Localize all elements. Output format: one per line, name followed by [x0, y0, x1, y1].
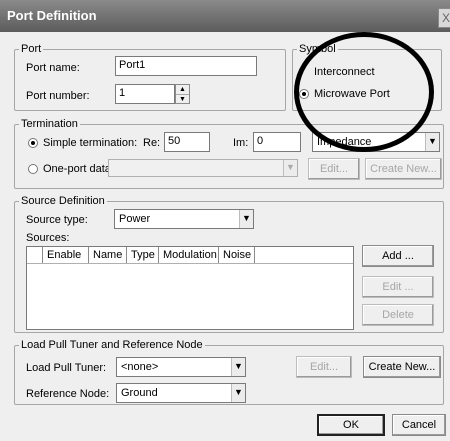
chevron-down-icon[interactable]: ▼ [283, 160, 297, 176]
chevron-down-icon[interactable]: ▼ [231, 384, 245, 402]
source-type-select[interactable]: Power ▼ [114, 209, 254, 229]
ok-button[interactable]: OK [317, 414, 385, 436]
symbol-option-microwave-port[interactable]: Microwave Port [314, 88, 390, 100]
port-number-input[interactable]: 1 [115, 84, 175, 104]
port-group-legend: Port [21, 43, 42, 55]
im-label: Im: [233, 137, 249, 149]
source-delete-button[interactable]: Delete [362, 304, 434, 326]
reference-node-label: Reference Node: [26, 388, 110, 400]
re-label: Re: [143, 137, 161, 149]
close-icon[interactable]: X [438, 8, 450, 28]
chevron-down-icon[interactable]: ▼ [425, 133, 439, 151]
reference-node-select[interactable]: Ground ▼ [116, 383, 246, 403]
dialog-title: Port Definition [7, 8, 97, 23]
im-input[interactable]: 0 [253, 132, 301, 152]
load-pull-create-new-button[interactable]: Create New... [363, 356, 441, 378]
oneport-data-label[interactable]: One-port data: [43, 163, 114, 175]
re-input[interactable]: 50 [164, 132, 210, 152]
reference-node-value: Ground [121, 387, 158, 399]
symbol-radio-microwave[interactable] [299, 89, 309, 99]
column-header-noise[interactable]: Noise [219, 247, 255, 263]
impedance-select[interactable]: Impedance ▼ [312, 132, 440, 152]
column-header-enable[interactable]: Enable [43, 247, 89, 263]
load-pull-legend: Load Pull Tuner and Reference Node [21, 339, 203, 351]
port-definition-dialog: Port Definition X Port Port name: Port1 … [0, 0, 450, 441]
title-bar: Port Definition X [0, 0, 450, 32]
chevron-down-icon[interactable]: ▼ [231, 358, 245, 376]
impedance-value: Impedance [317, 136, 372, 148]
load-pull-tuner-label: Load Pull Tuner: [26, 362, 107, 374]
cancel-button[interactable]: Cancel [392, 414, 446, 436]
port-number-spinner[interactable]: ▲ ▼ [175, 84, 190, 104]
simple-termination-label[interactable]: Simple termination: [43, 137, 137, 149]
oneport-data-select[interactable]: ▼ [108, 159, 298, 177]
column-header-name[interactable]: Name [89, 247, 127, 263]
port-name-input[interactable]: Port1 [115, 56, 257, 76]
source-definition-legend: Source Definition [21, 195, 105, 207]
port-number-label: Port number: [26, 90, 90, 102]
column-header-blank[interactable] [27, 247, 43, 263]
port-name-label: Port name: [26, 62, 80, 74]
spin-down-icon[interactable]: ▼ [176, 95, 189, 104]
load-pull-edit-button[interactable]: Edit... [296, 356, 352, 378]
source-type-value: Power [119, 213, 151, 225]
source-type-label: Source type: [26, 214, 88, 226]
termination-group-legend: Termination [21, 118, 78, 130]
sources-label: Sources: [26, 232, 70, 244]
spin-up-icon[interactable]: ▲ [176, 85, 189, 95]
termination-edit-button[interactable]: Edit... [308, 158, 360, 180]
source-edit-button[interactable]: Edit ... [362, 276, 434, 298]
oneport-data-radio[interactable] [28, 164, 38, 174]
termination-create-new-button[interactable]: Create New... [365, 158, 442, 180]
load-pull-tuner-value: <none> [121, 361, 159, 373]
source-add-button[interactable]: Add ... [362, 245, 434, 267]
sources-column-headers: Enable Name Type Modulation Noise [27, 247, 353, 264]
symbol-group-legend: Symbol [299, 43, 336, 55]
chevron-down-icon[interactable]: ▼ [239, 210, 253, 228]
sources-list[interactable]: Enable Name Type Modulation Noise [26, 246, 354, 330]
simple-termination-radio[interactable] [28, 138, 38, 148]
column-header-modulation[interactable]: Modulation [159, 247, 219, 263]
symbol-option-interconnect[interactable]: Interconnect [314, 66, 375, 78]
load-pull-tuner-select[interactable]: <none> ▼ [116, 357, 246, 377]
column-header-type[interactable]: Type [127, 247, 159, 263]
